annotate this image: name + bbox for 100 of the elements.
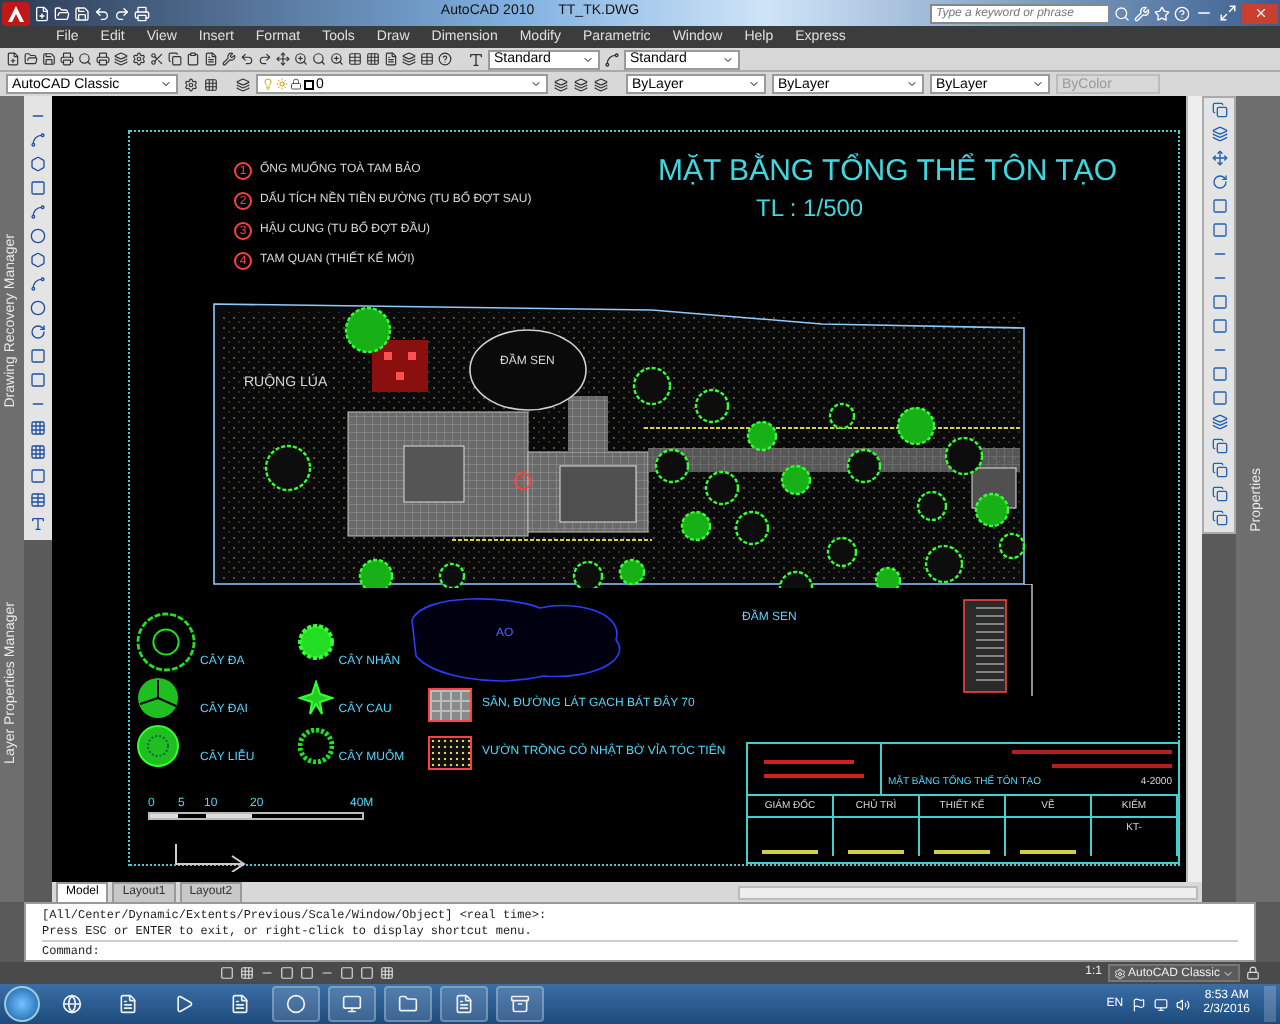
horizontal-scrollbar[interactable] (738, 885, 1198, 899)
toolbar-icon[interactable] (294, 52, 308, 66)
draw-tool-icon[interactable] (30, 468, 46, 484)
flag-icon[interactable] (1131, 997, 1146, 1011)
lawn-swatch (428, 736, 472, 770)
draw-tool-icon[interactable] (30, 156, 46, 172)
text-style-icon[interactable] (468, 51, 484, 67)
toolbar-icon[interactable] (402, 52, 416, 66)
close-button[interactable] (1242, 3, 1278, 23)
toolbar-icon[interactable] (150, 52, 164, 66)
toolbar-icon[interactable] (420, 52, 434, 66)
drawing-scale: TL : 1/500 (756, 196, 864, 220)
toolbar-icon[interactable] (258, 52, 272, 66)
lock-icon[interactable] (1246, 966, 1260, 980)
draw-tool-icon[interactable] (30, 252, 46, 268)
small-print-mark (848, 850, 904, 854)
toolbar-icon[interactable] (240, 52, 254, 66)
app-icon (510, 994, 530, 1014)
toolbar-icon[interactable] (6, 52, 20, 66)
toolbar-icon[interactable] (554, 77, 568, 91)
layers-icon[interactable] (236, 77, 250, 91)
toolbar-icon[interactable] (330, 52, 344, 66)
start-button[interactable] (4, 986, 40, 1022)
modify-tool-icon[interactable] (1211, 126, 1227, 142)
draw-tool-icon[interactable] (30, 444, 46, 460)
modify-tool-icon[interactable] (1211, 414, 1227, 430)
app-icon (62, 994, 82, 1014)
modify-tool-icon[interactable] (1211, 486, 1227, 502)
modify-tool-icon[interactable] (1211, 102, 1227, 118)
small-print-mark (762, 850, 818, 854)
toolbar-icon[interactable] (186, 52, 200, 66)
gear-icon (1113, 967, 1126, 979)
toolbar-icon[interactable] (78, 52, 92, 66)
toolbar-icon[interactable] (42, 52, 56, 66)
toolbar-icon[interactable] (438, 52, 452, 66)
toolbar-icon[interactable] (276, 52, 290, 66)
draw-tool-icon[interactable] (30, 204, 46, 220)
tree-symbol-icon (136, 724, 180, 768)
taskbar-app[interactable] (272, 986, 320, 1022)
taskbar-app[interactable] (384, 986, 432, 1022)
status-toggle-icon[interactable] (220, 966, 234, 980)
sun-icon (276, 78, 288, 90)
toolbar-icon[interactable] (384, 52, 398, 66)
toolbar-icon[interactable] (348, 52, 362, 66)
app-logo-icon[interactable] (2, 1, 30, 25)
draw-tool-icon[interactable] (30, 516, 46, 532)
toolbar-icon[interactable] (114, 52, 128, 66)
status-toggle-icon[interactable] (240, 966, 254, 980)
maximize-icon[interactable] (1218, 4, 1238, 22)
modify-tool-icon[interactable] (1211, 150, 1227, 166)
toolbar-icon[interactable] (168, 52, 182, 66)
toolbar-icon[interactable] (204, 52, 218, 66)
toolbar-icon[interactable] (312, 52, 326, 66)
toolbar-icon[interactable] (204, 77, 218, 91)
tree-symbol-icon (136, 612, 196, 672)
quick-access-icon[interactable] (114, 5, 130, 21)
draw-tool-icon[interactable] (30, 180, 46, 196)
app-icon (174, 994, 194, 1014)
quick-access-icon[interactable] (94, 5, 110, 21)
stair-drawing (962, 584, 1036, 696)
quick-access-icon[interactable] (134, 5, 150, 21)
drawing-title: MẶT BẰNG TỔNG THỂ TÔN TẠO (658, 156, 1117, 186)
toolbar-icon[interactable] (24, 52, 38, 66)
quick-access-icon[interactable] (74, 5, 90, 21)
vertical-scrollbar[interactable] (1186, 96, 1202, 882)
tree-symbol-icon (298, 728, 335, 764)
small-print-mark (1052, 764, 1172, 768)
draw-tool-icon[interactable] (30, 276, 46, 292)
draw-tool-icon[interactable] (30, 492, 46, 508)
status-toggle-icon[interactable] (380, 966, 394, 980)
quick-access-icon[interactable] (54, 5, 70, 21)
small-print-mark (764, 760, 854, 764)
close-icon (1253, 6, 1267, 20)
toolbar-icon[interactable] (574, 77, 588, 91)
draw-tool-icon[interactable] (30, 132, 46, 148)
draw-tool-icon[interactable] (30, 420, 46, 436)
draw-tool-icon[interactable] (30, 300, 46, 316)
quick-access-icon[interactable] (34, 5, 50, 21)
draw-tool-icon[interactable] (30, 324, 46, 340)
volume-icon[interactable] (1175, 997, 1190, 1011)
toolbar-icon[interactable] (594, 77, 608, 91)
taskbar-app[interactable] (496, 986, 544, 1022)
small-print-mark (764, 774, 864, 778)
toolbar-icon[interactable] (60, 52, 74, 66)
toolbar-icon[interactable] (132, 52, 146, 66)
settings-icon[interactable] (184, 77, 198, 91)
toolbar-icon[interactable] (222, 52, 236, 66)
toolbar-icon[interactable] (96, 52, 110, 66)
draw-tool-icon[interactable] (30, 228, 46, 244)
taskbar-app[interactable] (440, 986, 488, 1022)
modify-tool-icon[interactable] (1211, 438, 1227, 454)
lightbulb-icon (262, 78, 274, 90)
modify-tool-icon[interactable] (1211, 510, 1227, 526)
app-icon (454, 994, 474, 1014)
modify-tool-icon[interactable] (1211, 462, 1227, 478)
taskbar-app[interactable] (328, 986, 376, 1022)
paving-swatch (428, 688, 472, 722)
toolbar-icon[interactable] (366, 52, 380, 66)
modify-tool-icon[interactable] (1211, 174, 1227, 190)
tree-symbol-icon (298, 624, 335, 660)
